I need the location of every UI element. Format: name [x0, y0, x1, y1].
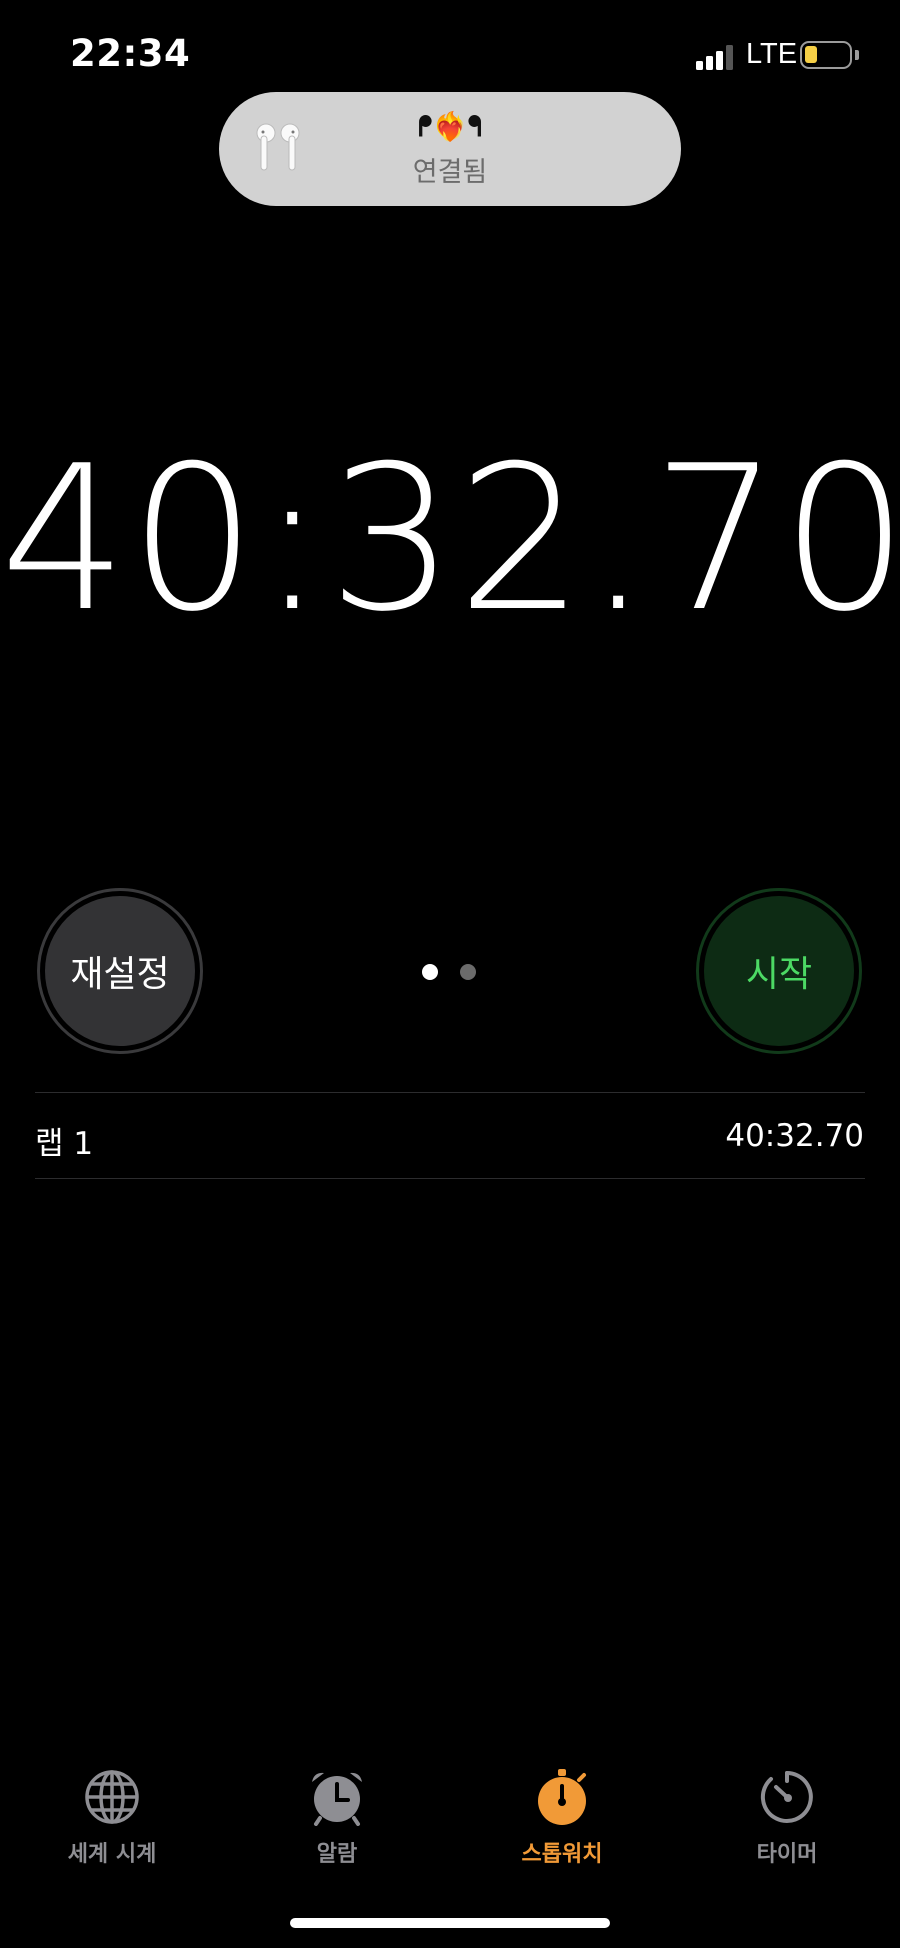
airpods-connected-banner[interactable]: ᖰ❤️‍🔥ᖳ 연결됨	[219, 92, 681, 206]
connection-status: 연결됨	[412, 157, 488, 188]
tab-stopwatch[interactable]: 스톱워치	[462, 1768, 662, 1868]
lap-time: 40:32.70	[725, 1118, 864, 1154]
stopwatch-icon	[538, 1769, 586, 1825]
lap-label: 랩 1	[35, 1126, 94, 1162]
stopwatch-display: 40:32.70	[0, 423, 900, 656]
tab-alarm[interactable]: 알람	[237, 1768, 437, 1868]
tab-label-world-clock: 세계 시계	[67, 1842, 157, 1867]
reset-button-label: 재설정	[45, 896, 195, 1046]
battery-level	[805, 46, 817, 63]
device-name-heart: ❤️‍🔥	[432, 110, 468, 143]
start-button-label: 시작	[704, 896, 854, 1046]
tab-label-stopwatch: 스톱워치	[521, 1842, 603, 1867]
device-name-right: ᖳ	[467, 110, 482, 143]
reset-button[interactable]: 재설정	[37, 888, 203, 1054]
timer-icon	[760, 1771, 813, 1823]
lap-divider-bottom	[35, 1178, 865, 1179]
network-type: LTE	[746, 38, 798, 70]
home-indicator[interactable]	[290, 1918, 610, 1928]
alarm-clock-icon	[312, 1772, 362, 1826]
tab-label-alarm: 알람	[316, 1842, 358, 1867]
globe-icon	[85, 1770, 139, 1824]
battery-tip	[855, 50, 859, 60]
status-time: 22:34	[70, 32, 191, 75]
device-name-left: ᖰ	[418, 110, 433, 143]
lap-divider-top	[35, 1092, 865, 1093]
device-name: ᖰ❤️‍🔥ᖳ	[219, 110, 681, 144]
start-button[interactable]: 시작	[696, 888, 862, 1054]
tab-label-timer: 타이머	[756, 1842, 818, 1867]
page-indicator-dot-1	[422, 964, 438, 980]
page-indicator-dot-2	[460, 964, 476, 980]
tab-timer[interactable]: 타이머	[687, 1768, 887, 1868]
battery-icon	[800, 41, 852, 69]
tab-world-clock[interactable]: 세계 시계	[12, 1768, 212, 1868]
signal-strength-icon	[696, 44, 738, 70]
